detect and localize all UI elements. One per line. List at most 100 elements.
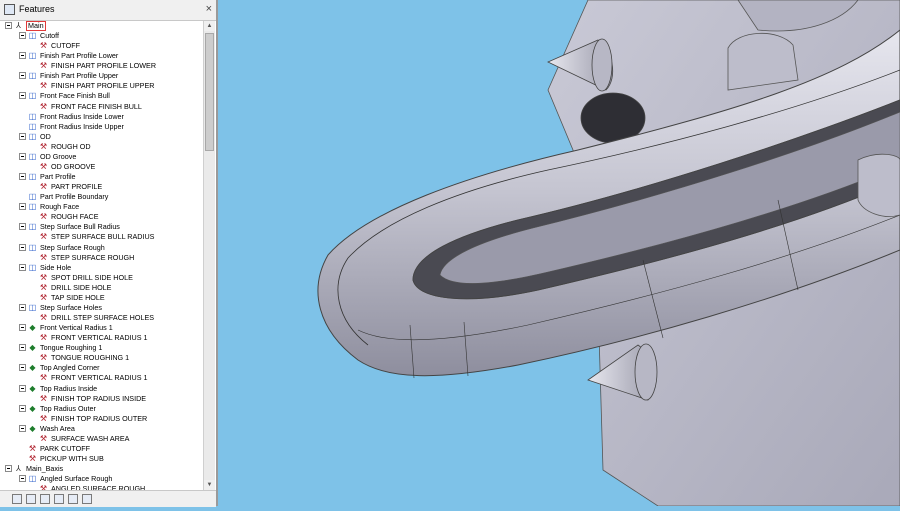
tree-row[interactable]: ⚒ DRILL SIDE HOLE (0, 283, 203, 293)
tree-item-label[interactable]: DRILL SIDE HOLE (51, 283, 111, 293)
tree-row[interactable]: ⚒ TAP SIDE HOLE (0, 293, 203, 303)
tree-item-label[interactable]: Step Surface Rough (40, 243, 105, 253)
collapse-toggle-icon[interactable] (19, 243, 26, 251)
tree-item-label[interactable]: OD GROOVE (51, 162, 95, 172)
collapse-toggle-icon[interactable] (19, 223, 26, 231)
scroll-down-arrow-icon[interactable]: ▼ (204, 480, 215, 490)
tree-row[interactable]: ⚒ PART PROFILE (0, 182, 203, 192)
tree-row[interactable]: ◫ Step Surface Bull Radius (0, 222, 203, 232)
tree-item-label[interactable]: FRONT FACE FINISH BULL (51, 102, 142, 112)
tree-row[interactable]: ◆ Front Vertical Radius 1 (0, 323, 203, 333)
tree-item-label[interactable]: PART PROFILE (51, 182, 102, 192)
document-tab-icon[interactable] (54, 494, 64, 504)
tree-item-label[interactable]: Step Surface Holes (40, 303, 102, 313)
tree-row[interactable]: ⅄ Main_Baxis (0, 464, 203, 474)
tree-item-label[interactable]: Front Vertical Radius 1 (40, 323, 113, 333)
properties-tab-icon[interactable] (68, 494, 78, 504)
tree-row[interactable]: ⚒ PARK CUTOFF (0, 444, 203, 454)
tree-item-label[interactable]: Main_Baxis (26, 464, 63, 474)
collapse-toggle-icon[interactable] (19, 132, 26, 140)
tree-item-label[interactable]: FINISH TOP RADIUS INSIDE (51, 394, 146, 404)
tree-item-label[interactable]: Main (26, 21, 46, 31)
tree-item-label[interactable]: Finish Part Profile Lower (40, 51, 118, 61)
tree-item-label[interactable]: Front Radius Inside Lower (40, 112, 124, 122)
tree-row[interactable]: ⚒ CUTOFF (0, 41, 203, 51)
collapse-toggle-icon[interactable] (19, 404, 26, 412)
tree-row[interactable]: ⚒ SPOT DRILL SIDE HOLE (0, 273, 203, 283)
tree-row[interactable]: ◫ Front Radius Inside Lower (0, 112, 203, 122)
tree-item-label[interactable]: FRONT VERTICAL RADIUS 1 (51, 373, 148, 383)
layers-tab-icon[interactable] (82, 494, 92, 504)
tools-tab-icon[interactable] (40, 494, 50, 504)
tree-item-label[interactable]: PICKUP WITH SUB (40, 454, 104, 464)
tree-item-label[interactable]: FINISH PART PROFILE LOWER (51, 61, 156, 71)
tree-row[interactable]: ◫ Rough Face (0, 202, 203, 212)
collapse-toggle-icon[interactable] (19, 203, 26, 211)
tree-row[interactable]: ⚒ FINISH TOP RADIUS INSIDE (0, 394, 203, 404)
tree-row[interactable]: ⚒ OD GROOVE (0, 162, 203, 172)
tree-row[interactable]: ◫ Angled Surface Rough (0, 474, 203, 484)
tree-row[interactable]: ◫ Finish Part Profile Lower (0, 51, 203, 61)
collapse-toggle-icon[interactable] (19, 152, 26, 160)
tree-item-label[interactable]: Tongue Roughing 1 (40, 343, 102, 353)
tree-row[interactable]: ⚒ STEP SURFACE ROUGH (0, 253, 203, 263)
tree-item-label[interactable]: Top Radius Inside (40, 384, 97, 394)
tree-item-label[interactable]: OD Groove (40, 152, 76, 162)
collapse-toggle-icon[interactable] (19, 303, 26, 311)
operations-tab-icon[interactable] (26, 494, 36, 504)
tree-row[interactable]: ◆ Top Radius Inside (0, 384, 203, 394)
tree-item-label[interactable]: ROUGH OD (51, 142, 91, 152)
tree-item-label[interactable]: SPOT DRILL SIDE HOLE (51, 273, 133, 283)
tree-item-label[interactable]: Top Angled Corner (40, 363, 100, 373)
tree-row[interactable]: ⚒ FRONT FACE FINISH BULL (0, 102, 203, 112)
tree-item-label[interactable]: Top Radius Outer (40, 404, 96, 414)
tree-item-label[interactable]: TAP SIDE HOLE (51, 293, 105, 303)
tree-item-label[interactable]: Side Hole (40, 263, 71, 273)
tree-row[interactable]: ◆ Top Angled Corner (0, 363, 203, 373)
tree-item-label[interactable]: SURFACE WASH AREA (51, 434, 129, 444)
collapse-toggle-icon[interactable] (19, 384, 26, 392)
tree-item-label[interactable]: FRONT VERTICAL RADIUS 1 (51, 333, 148, 343)
collapse-toggle-icon[interactable] (19, 344, 26, 352)
tree-row[interactable]: ⚒ FINISH PART PROFILE UPPER (0, 81, 203, 91)
tree-item-label[interactable]: Cutoff (40, 31, 59, 41)
tree-scrollbar[interactable]: ▲ ▼ (203, 21, 215, 490)
collapse-toggle-icon[interactable] (19, 475, 26, 483)
tree-row[interactable]: ◫ OD (0, 132, 203, 142)
tree-item-label[interactable]: Part Profile Boundary (40, 192, 108, 202)
tree-row[interactable]: ⚒ FINISH TOP RADIUS OUTER (0, 414, 203, 424)
tree-row[interactable]: ⚒ DRILL STEP SURFACE HOLES (0, 313, 203, 323)
features-tab-icon[interactable] (12, 494, 22, 504)
3d-viewport[interactable] (218, 0, 900, 507)
tree-row[interactable]: ⚒ SURFACE WASH AREA (0, 434, 203, 444)
tree-item-label[interactable]: Wash Area (40, 424, 75, 434)
tree-item-label[interactable]: ROUGH FACE (51, 212, 99, 222)
tree-item-label[interactable]: PARK CUTOFF (40, 444, 90, 454)
tree-item-label[interactable]: DRILL STEP SURFACE HOLES (51, 313, 154, 323)
collapse-toggle-icon[interactable] (19, 32, 26, 40)
tree-row[interactable]: ⚒ ROUGH FACE (0, 212, 203, 222)
collapse-toggle-icon[interactable] (19, 72, 26, 80)
tree-item-label[interactable]: Step Surface Bull Radius (40, 222, 120, 232)
tree-row[interactable]: ◫ Step Surface Holes (0, 303, 203, 313)
tree-row[interactable]: ⚒ FINISH PART PROFILE LOWER (0, 61, 203, 71)
collapse-toggle-icon[interactable] (5, 465, 12, 473)
tree-item-label[interactable]: OD (40, 132, 51, 142)
tree-item-label[interactable]: STEP SURFACE BULL RADIUS (51, 232, 154, 242)
scroll-up-arrow-icon[interactable]: ▲ (204, 21, 215, 31)
tree-row[interactable]: ⅄ Main (0, 21, 203, 31)
tree-item-label[interactable]: Front Radius Inside Upper (40, 122, 124, 132)
close-icon[interactable]: × (206, 2, 212, 16)
tree-row[interactable]: ◫ OD Groove (0, 152, 203, 162)
tree-item-label[interactable]: Front Face Finish Bull (40, 91, 110, 101)
tree-item-label[interactable]: Part Profile (40, 172, 76, 182)
tree-row[interactable]: ◫ Front Face Finish Bull (0, 91, 203, 101)
tree-item-label[interactable]: STEP SURFACE ROUGH (51, 253, 134, 263)
collapse-toggle-icon[interactable] (19, 92, 26, 100)
tree-row[interactable]: ◫ Front Radius Inside Upper (0, 122, 203, 132)
tree-row[interactable]: ⚒ PICKUP WITH SUB (0, 454, 203, 464)
tree-row[interactable]: ⚒ FRONT VERTICAL RADIUS 1 (0, 373, 203, 383)
collapse-toggle-icon[interactable] (5, 22, 12, 29)
tree-row[interactable]: ◫ Part Profile Boundary (0, 192, 203, 202)
tree-row[interactable]: ◆ Top Radius Outer (0, 404, 203, 414)
